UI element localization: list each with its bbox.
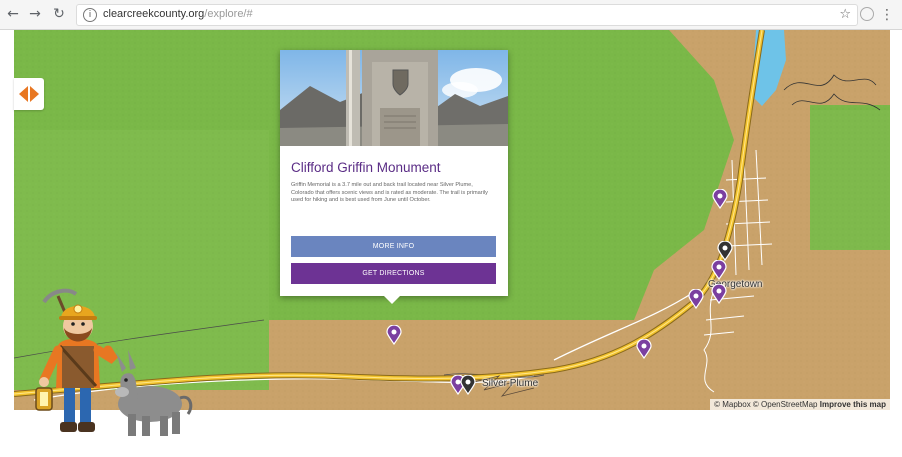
back-arrow-icon[interactable]: ←	[4, 5, 22, 23]
get-directions-button[interactable]: GET DIRECTIONS	[291, 263, 496, 284]
more-info-button[interactable]: MORE INFO	[291, 236, 496, 257]
location-popup: Clifford Griffin Monument Griffin Memori…	[280, 50, 508, 304]
sidebar-toggle-button[interactable]	[14, 78, 44, 110]
map-marker[interactable]	[711, 260, 727, 280]
map-marker-clifford-griffin[interactable]	[386, 325, 402, 345]
info-icon[interactable]: i	[83, 8, 97, 22]
miner-mascot-illustration	[30, 288, 200, 448]
chevron-right-icon	[30, 86, 39, 102]
browser-toolbar: ← → ↻ i clearcreekcounty.org/explore/# ☆…	[0, 0, 902, 30]
monument-photo	[280, 50, 508, 146]
map-marker[interactable]	[636, 339, 652, 359]
reload-icon[interactable]: ↻	[50, 5, 68, 23]
popup-title: Clifford Griffin Monument	[291, 160, 441, 175]
popup-pointer	[384, 296, 400, 304]
map-attribution: © Mapbox © OpenStreetMap Improve this ma…	[710, 399, 890, 410]
town-label-silver-plume: Silver Plume	[482, 378, 539, 389]
more-vert-icon[interactable]: ⋮	[880, 6, 894, 24]
url-path: /explore/#	[204, 8, 253, 20]
address-bar[interactable]: i clearcreekcounty.org/explore/# ☆	[76, 4, 858, 26]
improve-map-link[interactable]: Improve this map	[820, 400, 886, 409]
url-host: clearcreekcounty.org	[103, 8, 205, 20]
extension-icon[interactable]	[860, 7, 874, 21]
url-text: clearcreekcounty.org/explore/#	[103, 8, 253, 20]
map-marker[interactable]	[460, 375, 476, 395]
map-marker-selected[interactable]	[717, 241, 733, 261]
map-marker[interactable]	[711, 284, 727, 304]
map-marker[interactable]	[688, 289, 704, 309]
popup-description: Griffin Memorial is a 3.7 mile out and b…	[291, 182, 488, 204]
chevron-left-icon	[19, 86, 28, 102]
attribution-text[interactable]: © Mapbox © OpenStreetMap	[714, 400, 817, 409]
forward-arrow-icon[interactable]: →	[26, 5, 44, 23]
map-marker[interactable]	[712, 189, 728, 209]
star-icon[interactable]: ☆	[839, 7, 851, 22]
